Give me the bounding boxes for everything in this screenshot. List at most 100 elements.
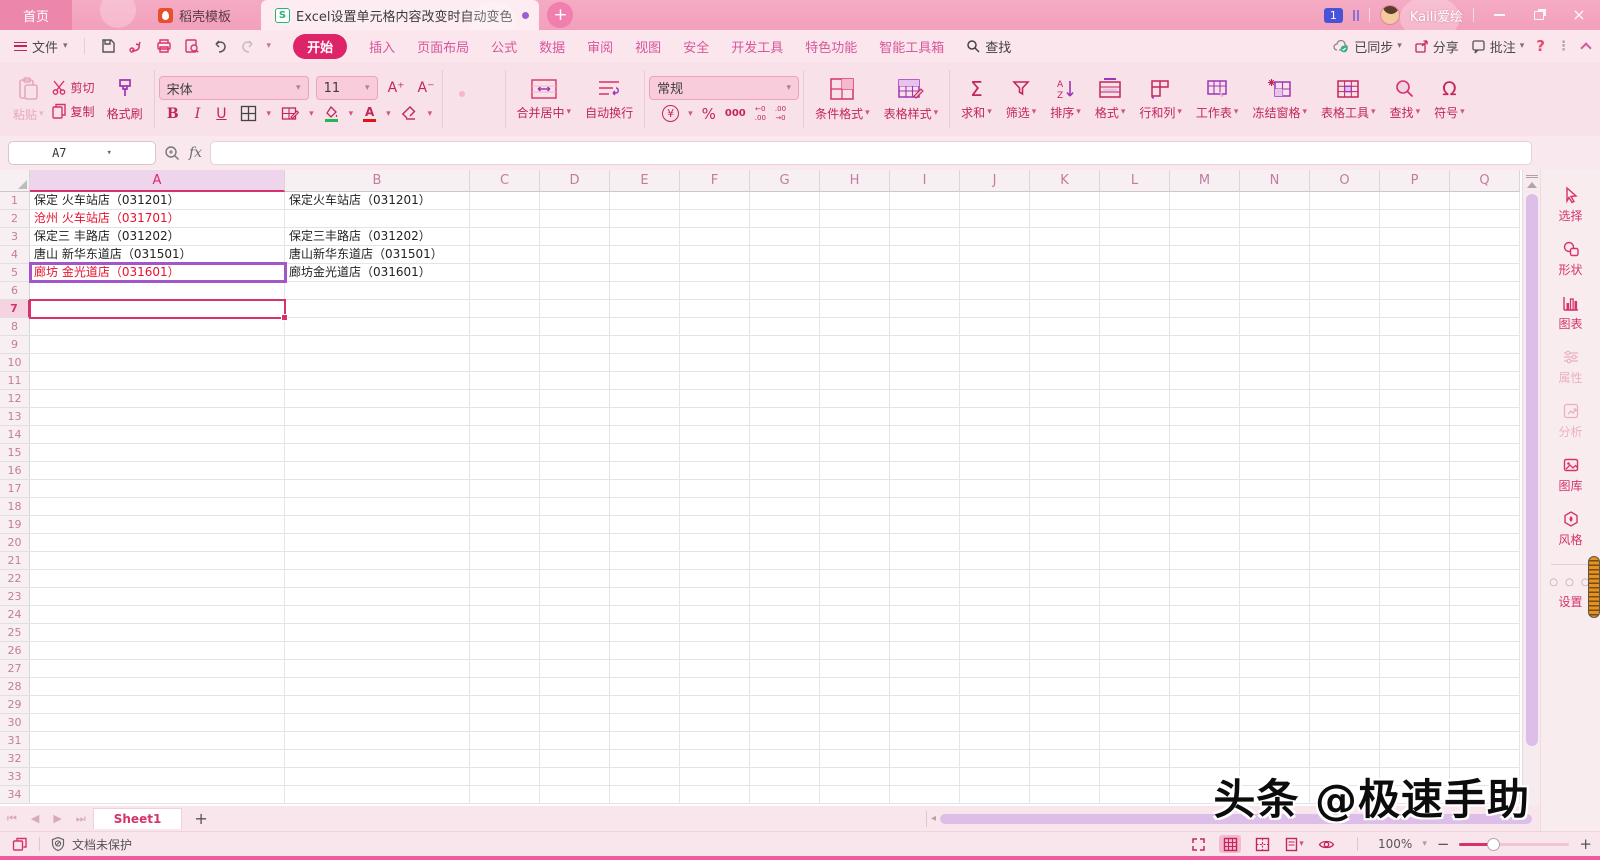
cell-A9[interactable] [30,336,285,354]
notification-badge[interactable]: 1 [1323,7,1343,23]
cell-E27[interactable] [610,660,680,678]
zoom-level[interactable]: 100% [1378,837,1412,851]
cell-J14[interactable] [960,426,1030,444]
cell-E28[interactable] [610,678,680,696]
cell-M20[interactable] [1170,534,1240,552]
cell-C21[interactable] [470,552,540,570]
row-header-4[interactable]: 4 [0,246,30,264]
cell-J28[interactable] [960,678,1030,696]
vertical-scroll-thumb[interactable] [1525,194,1538,746]
cell-M23[interactable] [1170,588,1240,606]
cell-E12[interactable] [610,390,680,408]
cell-F15[interactable] [680,444,750,462]
cell-K32[interactable] [1030,750,1100,768]
cell-F8[interactable] [680,318,750,336]
cell-D4[interactable] [540,246,610,264]
cell-J23[interactable] [960,588,1030,606]
cell-Q5[interactable] [1450,264,1520,282]
cell-H25[interactable] [820,624,890,642]
cell-G26[interactable] [750,642,820,660]
cell-D15[interactable] [540,444,610,462]
scroll-left-icon[interactable]: ◂ [931,813,936,824]
cell-C30[interactable] [470,714,540,732]
cell-B19[interactable] [285,516,470,534]
cell-I8[interactable] [890,318,960,336]
cell-H12[interactable] [820,390,890,408]
cell-Q19[interactable] [1450,516,1520,534]
cell-I12[interactable] [890,390,960,408]
cell-Q20[interactable] [1450,534,1520,552]
cell-C32[interactable] [470,750,540,768]
wrap-text-button[interactable]: 自动换行 [578,78,640,121]
cell-K20[interactable] [1030,534,1100,552]
redo-icon[interactable] [239,37,257,55]
column-header-I[interactable]: I [890,170,960,192]
cell-Q22[interactable] [1450,570,1520,588]
cell-A6[interactable] [30,282,285,300]
menu-tab-智能工具箱[interactable]: 智能工具箱 [879,37,944,56]
cell-L2[interactable] [1100,210,1170,228]
cell-E33[interactable] [610,768,680,786]
new-tab-button[interactable]: + [547,2,574,28]
cell-J1[interactable] [960,192,1030,210]
cell-O7[interactable] [1310,300,1380,318]
cell-E30[interactable] [610,714,680,732]
cell-O14[interactable] [1310,426,1380,444]
cell-I26[interactable] [890,642,960,660]
cell-Q27[interactable] [1450,660,1520,678]
first-sheet-icon[interactable]: ⏮ [7,812,17,826]
cell-P20[interactable] [1380,534,1450,552]
cell-I3[interactable] [890,228,960,246]
cell-C31[interactable] [470,732,540,750]
cell-Q13[interactable] [1450,408,1520,426]
cell-F19[interactable] [680,516,750,534]
justify-icon[interactable] [483,102,489,108]
cell-E13[interactable] [610,408,680,426]
cell-I13[interactable] [890,408,960,426]
cell-F18[interactable] [680,498,750,516]
cell-L4[interactable] [1100,246,1170,264]
cell-P26[interactable] [1380,642,1450,660]
cell-D17[interactable] [540,480,610,498]
cell-Q10[interactable] [1450,354,1520,372]
save-icon[interactable] [99,37,117,55]
cell-L5[interactable] [1100,264,1170,282]
cell-J18[interactable] [960,498,1030,516]
cell-P8[interactable] [1380,318,1450,336]
row-header-33[interactable]: 33 [0,768,30,786]
cell-E31[interactable] [610,732,680,750]
cell-F3[interactable] [680,228,750,246]
cell-B27[interactable] [285,660,470,678]
cell-F1[interactable] [680,192,750,210]
row-header-2[interactable]: 2 [0,210,30,228]
cell-L33[interactable] [1100,768,1170,786]
row-header-29[interactable]: 29 [0,696,30,714]
cell-O18[interactable] [1310,498,1380,516]
cell-K30[interactable] [1030,714,1100,732]
page-break-view-icon[interactable] [1251,835,1273,853]
cell-H24[interactable] [820,606,890,624]
cell-A30[interactable] [30,714,285,732]
next-sheet-icon[interactable]: ▶ [53,812,61,825]
cell-M2[interactable] [1170,210,1240,228]
cell-F14[interactable] [680,426,750,444]
cell-G4[interactable] [750,246,820,264]
cell-G21[interactable] [750,552,820,570]
align-bottom-icon[interactable] [471,91,477,97]
cell-D2[interactable] [540,210,610,228]
cell-O17[interactable] [1310,480,1380,498]
cell-A28[interactable] [30,678,285,696]
cell-A8[interactable] [30,318,285,336]
cell-C18[interactable] [470,498,540,516]
cell-B22[interactable] [285,570,470,588]
column-header-K[interactable]: K [1030,170,1100,192]
cell-B34[interactable] [285,786,470,804]
cell-L8[interactable] [1100,318,1170,336]
column-header-O[interactable]: O [1310,170,1380,192]
comment-button[interactable]: 批注 ▾ [1471,37,1524,56]
cell-G15[interactable] [750,444,820,462]
cell-O25[interactable] [1310,624,1380,642]
number-format-select[interactable]: 常规 ▾ [649,75,800,100]
cell-K13[interactable] [1030,408,1100,426]
cell-J30[interactable] [960,714,1030,732]
